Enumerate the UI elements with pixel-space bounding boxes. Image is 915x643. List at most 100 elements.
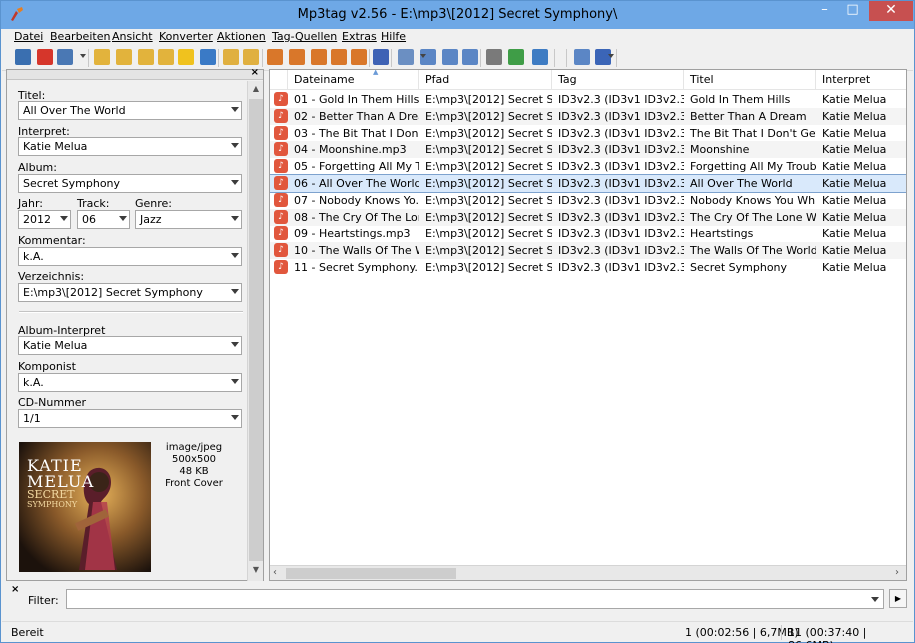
remove-tag-icon[interactable]: [37, 49, 53, 65]
genre-field[interactable]: Jazz: [135, 210, 242, 229]
menu-ansicht[interactable]: Ansicht: [112, 30, 153, 43]
kommentar-field[interactable]: k.A.: [18, 247, 242, 266]
genre-value: Jazz: [140, 213, 162, 226]
filename-filename-icon[interactable]: [311, 49, 327, 65]
text-tag-icon[interactable]: [331, 49, 347, 65]
open-folder-icon[interactable]: [94, 49, 110, 65]
table-row[interactable]: ♪ 11 - Secret Symphony.... E:\mp3\[2012] S…: [270, 259, 906, 276]
chevron-down-icon[interactable]: [231, 342, 239, 347]
table-row[interactable]: ♪ 04 - Moonshine.mp3 E:\mp3\[2012] Secret …: [270, 141, 906, 159]
dropdown-arrow-icon[interactable]: [420, 54, 426, 58]
menu-konverter[interactable]: Konverter: [159, 30, 213, 43]
chevron-down-icon[interactable]: [871, 597, 879, 602]
scrollbar-thumb[interactable]: [249, 99, 263, 561]
favorites-icon[interactable]: [178, 49, 194, 65]
header-pfad[interactable]: Pfad: [419, 70, 552, 90]
case-convert-icon[interactable]: [373, 49, 389, 65]
copy-tag-icon[interactable]: [223, 49, 239, 65]
maximize-button[interactable]: □: [839, 1, 866, 21]
chevron-down-icon[interactable]: [60, 216, 68, 221]
chevron-down-icon[interactable]: [119, 216, 127, 221]
table-row[interactable]: ♪ 06 - All Over The World.... E:\mp3\[2012…: [270, 174, 906, 193]
title-bar[interactable]: Mp3tag v2.56 - E:\mp3\[2012] Secret Symp…: [1, 1, 914, 29]
status-bar: Bereit 1 (00:02:56 | 6,7MB) 11 (00:37:40…: [2, 621, 913, 643]
paste-tag-icon[interactable]: [243, 49, 259, 65]
refresh-icon[interactable]: [200, 49, 216, 65]
table-row[interactable]: ♪ 09 - Heartstings.mp3 E:\mp3\[2012] Secre…: [270, 225, 906, 242]
menu-datei[interactable]: Datei: [14, 30, 43, 43]
table-row[interactable]: ♪ 07 - Nobody Knows Yo... E:\mp3\[2012] Se…: [270, 192, 906, 209]
options-icon[interactable]: [574, 49, 590, 65]
scroll-up-icon[interactable]: ▲: [248, 84, 264, 93]
horizontal-scrollbar[interactable]: ‹ ›: [270, 565, 906, 580]
playlist-icon[interactable]: [462, 49, 478, 65]
chevron-down-icon[interactable]: [231, 180, 239, 185]
jahr-value: 2012: [23, 213, 51, 226]
chevron-down-icon[interactable]: [231, 415, 239, 420]
scrollbar-thumb[interactable]: [286, 568, 456, 579]
autonumber-icon[interactable]: [351, 49, 367, 65]
discogs-icon[interactable]: [486, 49, 502, 65]
menu-bearbeiten[interactable]: Bearbeiten: [50, 30, 110, 43]
header-tag[interactable]: Tag: [552, 70, 684, 90]
menu-extras[interactable]: Extras: [342, 30, 377, 43]
header-dateiname[interactable]: Dateiname ▲: [288, 70, 419, 90]
cover-size: 48 KB: [179, 466, 209, 477]
minimize-button[interactable]: –: [811, 1, 838, 21]
table-row[interactable]: ♪ 08 - The Cry Of The Lon... E:\mp3\[2012]…: [270, 208, 906, 226]
table-row[interactable]: ♪ 05 - Forgetting All My T... E:\mp3\[2012…: [270, 158, 906, 175]
filter-input[interactable]: [66, 589, 884, 609]
filename-tag-icon[interactable]: [289, 49, 305, 65]
table-row[interactable]: ♪ 02 - Better Than A Drea... E:\mp3\[2012]…: [270, 107, 906, 125]
chevron-down-icon[interactable]: [231, 107, 239, 112]
table-row[interactable]: ♪ 03 - The Bit That I Don't... E:\mp3\[201…: [270, 125, 906, 142]
dropdown-arrow-icon[interactable]: [80, 54, 86, 58]
komponist-field[interactable]: k.A.: [18, 373, 242, 392]
chevron-down-icon[interactable]: [231, 216, 239, 221]
edit-icon[interactable]: [398, 49, 414, 65]
track-field[interactable]: 06: [77, 210, 130, 229]
tag-filename-icon[interactable]: [267, 49, 283, 65]
interpret-field[interactable]: Katie Melua: [18, 137, 242, 156]
freedb-icon[interactable]: [532, 49, 548, 65]
tag-panel-scrollbar[interactable]: ▲ ▼: [247, 81, 263, 581]
chevron-down-icon[interactable]: [231, 253, 239, 258]
cd-nummer-field[interactable]: 1/1: [18, 409, 242, 428]
menu-aktionen[interactable]: Aktionen: [217, 30, 266, 43]
filter-close-icon[interactable]: ×: [11, 584, 19, 595]
cell-dateiname: 10 - The Walls Of The W...: [294, 244, 419, 258]
open-playlist-icon[interactable]: [158, 49, 174, 65]
chevron-down-icon[interactable]: [231, 143, 239, 148]
close-button[interactable]: ✕: [869, 1, 913, 21]
chevron-down-icon[interactable]: [231, 289, 239, 294]
scroll-right-icon[interactable]: ›: [895, 567, 899, 578]
titel-field[interactable]: All Over The World: [18, 101, 242, 120]
album-field[interactable]: Secret Symphony: [18, 174, 242, 193]
menu-tag-quellen[interactable]: Tag-Quellen: [272, 30, 337, 43]
add-folder-icon[interactable]: [116, 49, 132, 65]
table-row[interactable]: ♪ 10 - The Walls Of The W... E:\mp3\[2012]…: [270, 242, 906, 260]
menu-hilfe[interactable]: Hilfe: [381, 30, 406, 43]
scroll-down-icon[interactable]: ▼: [248, 565, 264, 574]
table-row[interactable]: ♪ 01 - Gold In Them Hills.... E:\mp3\[2012…: [270, 91, 906, 108]
dropdown-arrow-icon[interactable]: [608, 54, 614, 58]
save-playlist-icon[interactable]: [138, 49, 154, 65]
cover-art[interactable]: KATIE MELUA SECRET SYMPHONY: [19, 442, 151, 572]
filter-apply-button[interactable]: ▶: [889, 589, 907, 608]
export-icon[interactable]: [442, 49, 458, 65]
cell-tag: ID3v2.3 (ID3v1 ID3v2.3 A...: [558, 210, 684, 224]
interpret-value: Katie Melua: [23, 140, 88, 153]
album-interpret-field[interactable]: Katie Melua: [18, 336, 242, 355]
tag-panel-close-icon[interactable]: ×: [251, 67, 259, 78]
verzeichnis-field[interactable]: E:\mp3\[2012] Secret Symphony: [18, 283, 242, 302]
header-titel[interactable]: Titel: [684, 70, 816, 90]
scroll-left-icon[interactable]: ‹: [273, 567, 277, 578]
jahr-field[interactable]: 2012: [18, 210, 71, 229]
save-icon[interactable]: [15, 49, 31, 65]
header-interpret[interactable]: Interpret: [816, 70, 906, 90]
web-sources-icon[interactable]: [508, 49, 524, 65]
cell-tag: ID3v2.3 (ID3v1 ID3v2.3 A...: [558, 193, 684, 207]
undo-icon[interactable]: [57, 49, 73, 65]
track-label: Track:: [77, 197, 110, 210]
chevron-down-icon[interactable]: [231, 379, 239, 384]
